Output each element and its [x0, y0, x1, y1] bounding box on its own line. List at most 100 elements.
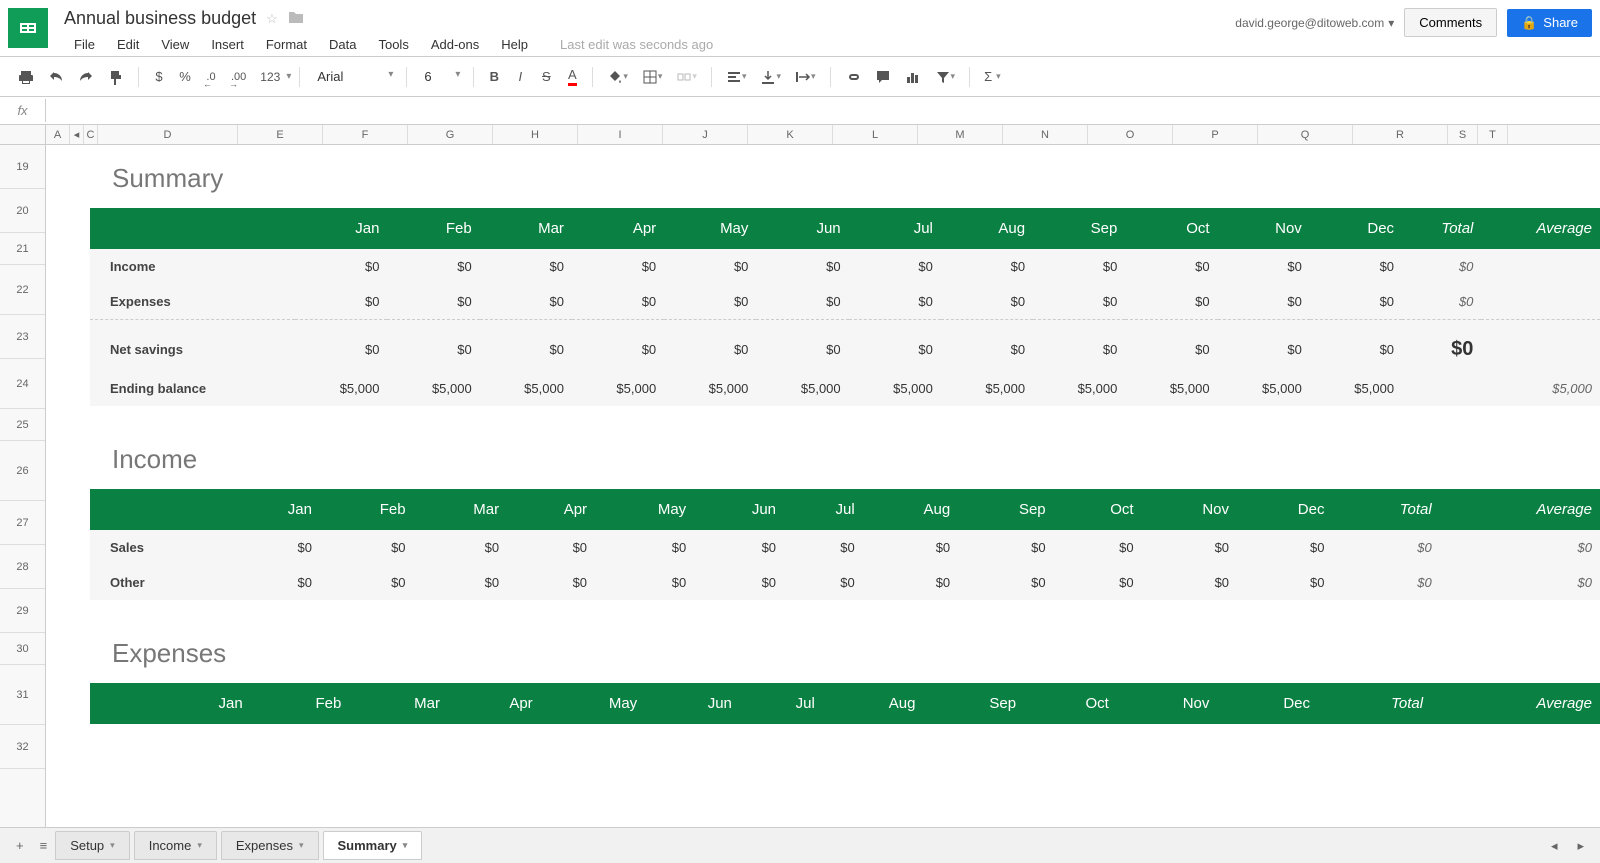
menu-view[interactable]: View	[151, 33, 199, 56]
cell[interactable]: $0	[958, 530, 1053, 565]
sheet-tab-expenses[interactable]: Expenses▾	[221, 831, 319, 860]
col-header[interactable]: C	[84, 125, 98, 144]
strikethrough-button[interactable]: S	[534, 65, 558, 88]
cell[interactable]: $0	[320, 530, 414, 565]
horizontal-align-button[interactable]: ▾	[720, 65, 753, 89]
cell[interactable]: $0	[230, 530, 320, 565]
cell[interactable]: $0	[1310, 328, 1402, 371]
cell[interactable]: $0	[480, 284, 572, 320]
cell[interactable]: $0	[387, 249, 479, 284]
increase-decimal-button[interactable]: .00→	[225, 67, 252, 87]
table-header-average[interactable]: Average	[1440, 489, 1600, 530]
cell[interactable]: $0	[756, 284, 848, 320]
cell-average[interactable]: $0	[1440, 565, 1600, 600]
cell[interactable]: $0	[1142, 530, 1237, 565]
scroll-left-icon[interactable]: ◂	[1543, 834, 1566, 858]
sheet-tab-summary[interactable]: Summary▾	[323, 831, 423, 860]
col-header[interactable]: R	[1353, 125, 1448, 144]
cell-average[interactable]	[1481, 284, 1600, 320]
table-header-total[interactable]: Total	[1402, 208, 1481, 249]
cell[interactable]: $5,000	[1125, 371, 1217, 406]
table-header-month[interactable]: Mar	[480, 208, 572, 249]
table-header-month[interactable]: Jul	[740, 683, 823, 724]
cell[interactable]: $0	[1310, 249, 1402, 284]
cell[interactable]: $0	[572, 249, 664, 284]
cell[interactable]: $0	[507, 530, 595, 565]
share-button[interactable]: 🔒 Share	[1507, 9, 1592, 37]
col-header[interactable]: J	[663, 125, 748, 144]
cell[interactable]: $0	[863, 565, 958, 600]
table-header-month[interactable]: Mar	[414, 489, 508, 530]
cell[interactable]: $0	[507, 565, 595, 600]
row-label[interactable]: Net savings	[90, 328, 295, 371]
italic-button[interactable]: I	[508, 65, 532, 88]
cell[interactable]: $0	[320, 565, 414, 600]
functions-button[interactable]: Σ▾	[978, 65, 1007, 88]
menu-help[interactable]: Help	[491, 33, 538, 56]
table-header-month[interactable]: Oct	[1054, 489, 1142, 530]
currency-button[interactable]: $	[147, 65, 171, 88]
cell[interactable]: $5,000	[1033, 371, 1125, 406]
decrease-decimal-button[interactable]: .0←	[199, 67, 223, 87]
table-header-month[interactable]: Sep	[958, 489, 1053, 530]
cell[interactable]: $0	[958, 565, 1053, 600]
row-header[interactable]: 19	[0, 145, 45, 189]
cell[interactable]: $5,000	[295, 371, 387, 406]
col-header[interactable]: S	[1448, 125, 1478, 144]
cell-total[interactable]: $0	[1332, 530, 1439, 565]
cell[interactable]: $0	[941, 249, 1033, 284]
row-label[interactable]: Income	[90, 249, 295, 284]
row-header[interactable]: 21	[0, 233, 45, 265]
table-header-month[interactable]: Nov	[1142, 489, 1237, 530]
cell[interactable]: $5,000	[1310, 371, 1402, 406]
insert-link-button[interactable]	[839, 65, 867, 89]
table-header-month[interactable]: Jan	[295, 208, 387, 249]
undo-icon[interactable]	[42, 65, 70, 89]
row-header[interactable]: 25	[0, 409, 45, 441]
cell[interactable]: $5,000	[849, 371, 941, 406]
col-header-collapse[interactable]: ◂	[70, 125, 84, 144]
table-header-month[interactable]: Aug	[823, 683, 924, 724]
cell-average[interactable]: $0	[1440, 530, 1600, 565]
col-header[interactable]: F	[323, 125, 408, 144]
col-header[interactable]: L	[833, 125, 918, 144]
cell[interactable]: $0	[1125, 249, 1217, 284]
sheet-tab-setup[interactable]: Setup▾	[55, 831, 130, 860]
table-header-month[interactable]: Jul	[784, 489, 863, 530]
percent-button[interactable]: %	[173, 65, 197, 88]
table-header-month[interactable]: Aug	[941, 208, 1033, 249]
cell[interactable]: $0	[1125, 284, 1217, 320]
table-header-month[interactable]: Sep	[1033, 208, 1125, 249]
insert-comment-button[interactable]	[869, 65, 897, 89]
chevron-down-icon[interactable]: ▾	[403, 840, 408, 851]
formula-input[interactable]	[46, 99, 1600, 122]
cell[interactable]: $0	[694, 565, 784, 600]
chevron-down-icon[interactable]: ▾	[110, 840, 115, 851]
folder-icon[interactable]	[288, 10, 304, 27]
borders-button[interactable]: ▾	[636, 65, 669, 89]
cell[interactable]: $5,000	[756, 371, 848, 406]
col-header[interactable]: O	[1088, 125, 1173, 144]
cell[interactable]: $0	[414, 530, 508, 565]
cell-total[interactable]	[1402, 371, 1481, 406]
col-header[interactable]: P	[1173, 125, 1258, 144]
print-icon[interactable]	[12, 65, 40, 89]
cell[interactable]: $0	[694, 530, 784, 565]
table-header-month[interactable]: Dec	[1310, 208, 1402, 249]
row-header[interactable]: 23	[0, 315, 45, 359]
text-wrap-button[interactable]: ▾	[789, 65, 822, 89]
table-header-total[interactable]: Total	[1318, 683, 1431, 724]
cell[interactable]: $0	[863, 530, 958, 565]
cell[interactable]: $5,000	[572, 371, 664, 406]
table-header-month[interactable]: Apr	[572, 208, 664, 249]
col-header[interactable]: H	[493, 125, 578, 144]
row-label[interactable]: Sales	[90, 530, 230, 565]
table-header-average[interactable]: Average	[1431, 683, 1600, 724]
table-header-month[interactable]: May	[595, 489, 694, 530]
cell-total[interactable]: $0	[1402, 328, 1481, 371]
all-sheets-button[interactable]: ≡	[32, 834, 56, 857]
cell[interactable]: $0	[1054, 530, 1142, 565]
table-header-month[interactable]: Apr	[448, 683, 541, 724]
chevron-down-icon[interactable]: ▾	[197, 840, 202, 851]
table-header-month[interactable]: Jun	[645, 683, 740, 724]
